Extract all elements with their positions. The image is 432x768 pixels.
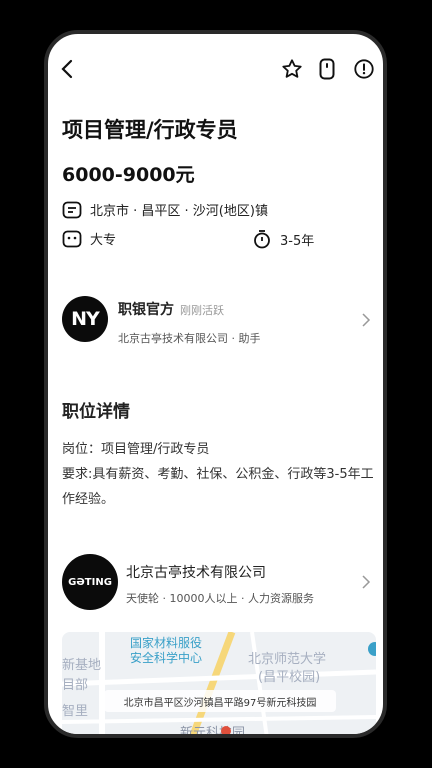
recruiter-name: 职银官方 xyxy=(118,302,174,318)
job-description: 岗位：项目管理/行政专员 要求:具有薪资、考勤、社保、公积金、行政等3-5年工作… xyxy=(62,437,374,512)
experience-text: 3-5年 xyxy=(280,233,315,249)
location-map[interactable]: 新基地 目部 智里 国家材料服役 安全科学中心 北京师范大学 (昌平校园) 新元… xyxy=(62,632,376,738)
job-title: 项目管理/行政专员 xyxy=(62,118,238,142)
phone-device-icon[interactable] xyxy=(314,56,340,82)
experience-row: 3-5年 xyxy=(252,229,314,249)
section-title-details: 职位详情 xyxy=(62,402,130,422)
location-card-icon xyxy=(62,201,82,218)
map-label: 新基地 xyxy=(62,658,102,673)
map-poi-label: 国家材料服役 安全科学中心 xyxy=(130,636,202,666)
location-row: 北京市 · 昌平区 · 沙河(地区)镇 xyxy=(62,200,268,219)
map-label: 北京师范大学 xyxy=(248,652,327,667)
map-poi-line: 国家材料服役 xyxy=(130,636,203,650)
company-name: 北京古亭技术有限公司 xyxy=(126,565,266,581)
education-row: 大专 xyxy=(62,229,116,248)
map-label: 新元科技园 xyxy=(180,726,246,738)
recruiter-card[interactable]: NY 职银官方 刚刚活跃 北京古亭技术有限公司 · 助手 xyxy=(62,296,375,345)
timer-icon xyxy=(254,230,270,249)
map-poi-line: 安全科学中心 xyxy=(130,651,203,665)
education-icon xyxy=(62,230,82,247)
job-salary: 6000-9000元 xyxy=(62,164,195,186)
map-label: 智里 xyxy=(62,704,89,719)
recruiter-subtitle: 北京古亭技术有限公司 · 助手 xyxy=(118,332,261,345)
chevron-right-icon xyxy=(362,313,371,327)
phone-frame: 项目管理/行政专员 6000-9000元 北京市 · 昌平区 · 沙河(地区)镇… xyxy=(44,30,387,738)
star-icon[interactable] xyxy=(279,56,305,82)
chevron-right-icon xyxy=(362,575,371,589)
company-card[interactable]: GƏTING 北京古亭技术有限公司 天使轮 · 10000人以上 · 人力资源服… xyxy=(62,554,375,612)
report-icon[interactable] xyxy=(351,56,377,82)
company-logo: GƏTING xyxy=(62,554,118,610)
description-line: 岗位：项目管理/行政专员 xyxy=(62,442,210,457)
map-label: (昌平校园) xyxy=(258,670,321,685)
company-subtitle: 天使轮 · 10000人以上 · 人力资源服务 xyxy=(126,592,314,605)
recruiter-status: 刚刚活跃 xyxy=(180,304,224,317)
back-icon[interactable] xyxy=(54,56,80,82)
recruiter-name-line: 职银官方 刚刚活跃 xyxy=(118,299,224,319)
recruiter-avatar: NY xyxy=(62,296,108,342)
top-bar xyxy=(48,34,383,104)
location-text: 北京市 · 昌平区 · 沙河(地区)镇 xyxy=(90,204,268,219)
education-text: 大专 xyxy=(90,233,117,248)
map-pin-icon xyxy=(221,726,231,734)
map-address: 北京市昌平区沙河镇昌平路97号新元科技园 xyxy=(104,690,336,712)
description-line: 要求:具有薪资、考勤、社保、公积金、行政等3-5年工作经验。 xyxy=(62,467,374,507)
map-marker-icon xyxy=(368,642,376,656)
map-label: 目部 xyxy=(62,678,89,693)
